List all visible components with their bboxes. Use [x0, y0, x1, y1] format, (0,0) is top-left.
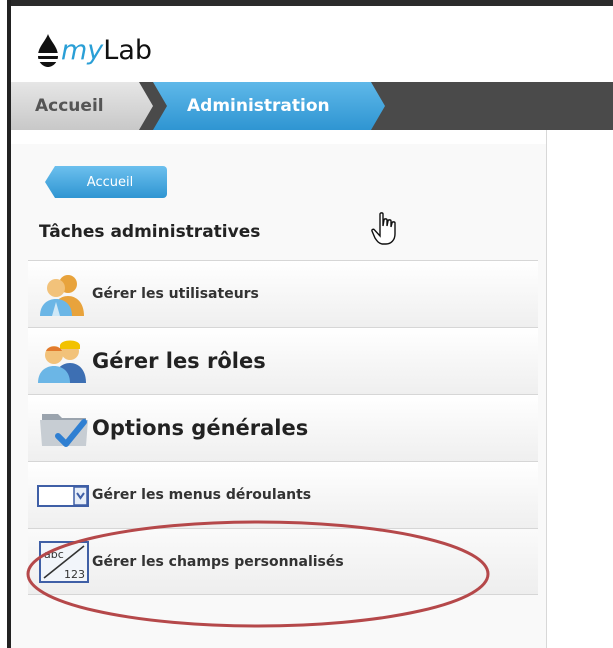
menu-label: Gérer les rôles: [92, 349, 266, 373]
app-header: my Lab: [11, 6, 613, 82]
menu-item-roles[interactable]: Gérer les rôles: [28, 327, 538, 394]
main-content: Accueil Tâches administratives Gérer les…: [11, 130, 613, 648]
menu-item-users[interactable]: Gérer les utilisateurs: [28, 260, 538, 327]
back-home-button[interactable]: Accueil: [45, 166, 167, 198]
breadcrumb: Accueil Administration: [11, 82, 613, 130]
menu-label: Gérer les utilisateurs: [92, 286, 259, 302]
logo-text-lab: Lab: [103, 35, 153, 66]
section-title: Tâches administratives: [39, 222, 261, 242]
hand-cursor-icon: [371, 212, 396, 245]
menu-label: Gérer les menus déroulants: [92, 487, 312, 503]
menu-item-dropdown-menus[interactable]: Gérer les menus déroulants: [28, 461, 538, 528]
menu-item-general-options[interactable]: Options générales: [28, 394, 538, 461]
svg-text:123: 123: [64, 568, 85, 581]
dropdown-icon: [36, 473, 92, 517]
app-logo[interactable]: my Lab: [37, 28, 152, 68]
options-icon: [36, 406, 92, 450]
breadcrumb-administration[interactable]: Administration: [153, 82, 385, 130]
menu-label: Options générales: [92, 416, 309, 440]
users-icon: [36, 272, 92, 316]
admin-task-list: Gérer les utilisateurs Gérer les rôles O…: [28, 260, 538, 595]
logo-text-my: my: [61, 35, 104, 66]
menu-item-custom-fields[interactable]: abc 123 Gérer les champs personnalisés: [28, 528, 538, 595]
roles-icon: [36, 339, 92, 383]
breadcrumb-home[interactable]: Accueil: [11, 82, 153, 130]
menu-label: Gérer les champs personnalisés: [92, 553, 344, 570]
svg-text:abc: abc: [44, 548, 64, 561]
drop-logo-icon: [38, 34, 58, 67]
admin-task-panel: Accueil Tâches administratives Gérer les…: [11, 130, 547, 648]
custom-fields-icon: abc 123: [36, 540, 92, 584]
